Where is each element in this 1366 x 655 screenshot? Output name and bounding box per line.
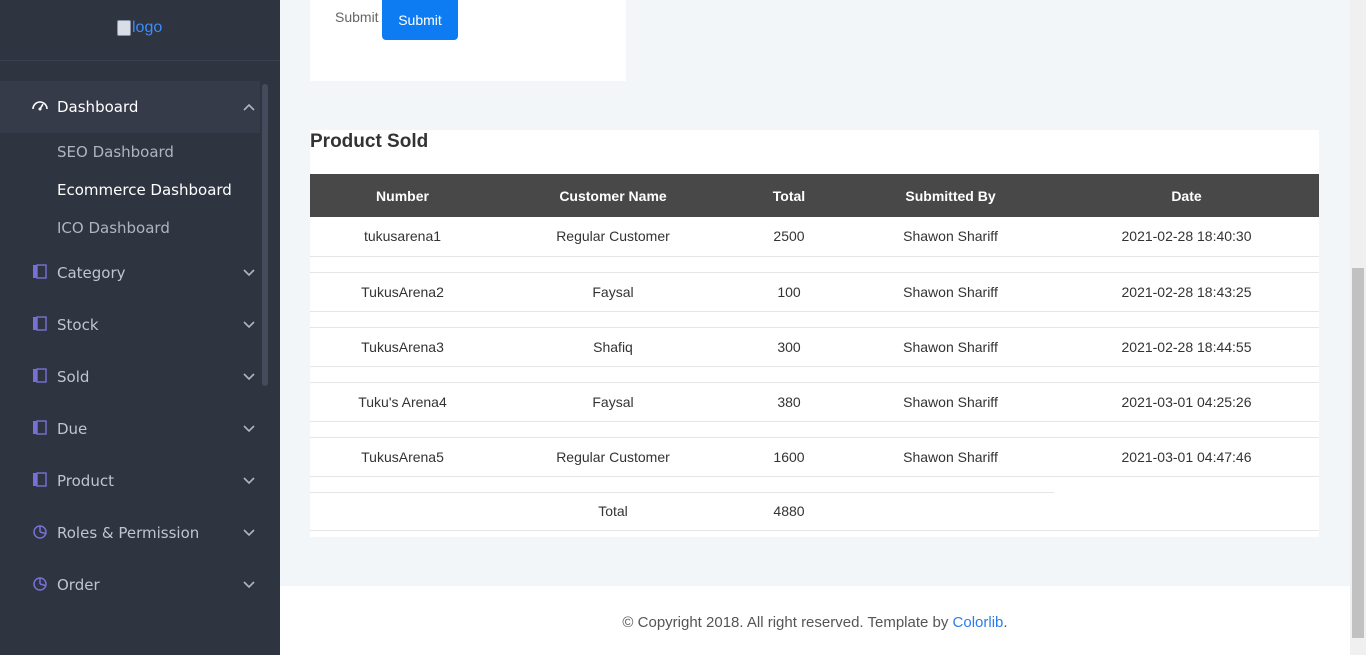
column-header-number[interactable]: Number	[310, 174, 495, 217]
cell-customer-name: Regular Customer	[495, 217, 731, 257]
book-icon	[33, 368, 47, 383]
table-total-row: Total 4880	[310, 491, 1319, 531]
cell-total: 100	[731, 272, 847, 312]
sidebar-item-label: Category	[57, 264, 126, 282]
book-icon	[33, 316, 47, 331]
page-scrollbar-thumb[interactable]	[1352, 268, 1364, 638]
cell-date: 2021-03-01 04:25:26	[1054, 382, 1319, 422]
cell-total: 380	[731, 382, 847, 422]
dashboard-gauge-icon	[32, 101, 48, 111]
sidebar-item-category[interactable]: Category	[0, 247, 260, 299]
table-spacer-row	[310, 256, 1319, 273]
sidebar-item-label: Order	[57, 576, 100, 594]
chevron-down-icon	[243, 581, 255, 589]
cell-date: 2021-02-28 18:40:30	[1054, 217, 1319, 257]
sidebar: logo Dashboard SEO Dashboard Ecommerce D…	[0, 0, 280, 655]
column-header-customer-name[interactable]: Customer Name	[495, 174, 731, 217]
cell-date: 2021-03-01 04:47:46	[1054, 437, 1319, 477]
sidebar-item-label: Product	[57, 472, 114, 490]
chevron-down-icon	[243, 425, 255, 433]
table-row: TukusArena5 Regular Customer 1600 Shawon…	[310, 437, 1319, 477]
cell-number: TukusArena2	[310, 272, 495, 312]
table-spacer-row	[310, 311, 1319, 328]
chevron-up-icon	[243, 103, 255, 111]
chevron-down-icon	[243, 269, 255, 277]
sidebar-item-label: Stock	[57, 316, 99, 334]
cell-submitted-by: Shawon Shariff	[847, 272, 1054, 312]
cell-number: TukusArena5	[310, 437, 495, 477]
cell-customer-name: Faysal	[495, 382, 731, 422]
cell-number: TukusArena3	[310, 327, 495, 367]
sidebar-item-label: Due	[57, 420, 88, 438]
cell-submitted-by: Shawon Shariff	[847, 217, 1054, 257]
sidebar-item-stock[interactable]: Stock	[0, 299, 260, 351]
chevron-down-icon	[243, 529, 255, 537]
column-header-submitted-by[interactable]: Submitted By	[847, 174, 1054, 217]
sidebar-item-product[interactable]: Product	[0, 455, 260, 507]
chevron-down-icon	[243, 477, 255, 485]
cell-date: 2021-02-28 18:43:25	[1054, 272, 1319, 312]
table-spacer-row	[310, 476, 1319, 493]
card-title: Product Sold	[310, 131, 429, 152]
product-sold-table: Number Customer Name Total Submitted By …	[310, 174, 1319, 531]
sidebar-item-label: Sold	[57, 368, 90, 386]
sidebar-menu: Dashboard SEO Dashboard Ecommerce Dashbo…	[0, 81, 260, 611]
chevron-down-icon	[243, 321, 255, 329]
table-row: Tuku's Arena4 Faysal 380 Shawon Shariff …	[310, 382, 1319, 422]
total-value: 4880	[731, 491, 847, 531]
cell-submitted-by: Shawon Shariff	[847, 327, 1054, 367]
product-sold-card: Product Sold Number Customer Name Total …	[310, 130, 1319, 537]
footer-suffix: .	[1003, 614, 1008, 631]
cell-customer-name: Faysal	[495, 272, 731, 312]
submenu-item-ico-dashboard[interactable]: ICO Dashboard	[0, 209, 260, 247]
cell-submitted-by: Shawon Shariff	[847, 437, 1054, 477]
sidebar-item-label: Dashboard	[57, 98, 139, 116]
logo[interactable]: logo	[117, 19, 162, 37]
submit-label: Submit	[335, 9, 379, 25]
column-header-total[interactable]: Total	[731, 174, 847, 217]
sidebar-item-order[interactable]: Order	[0, 559, 260, 611]
cell-total: 300	[731, 327, 847, 367]
table-row: TukusArena3 Shafiq 300 Shawon Shariff 20…	[310, 327, 1319, 367]
broken-image-icon	[117, 20, 131, 36]
logo-area: logo	[0, 0, 280, 61]
submenu-item-ecommerce-dashboard[interactable]: Ecommerce Dashboard	[0, 171, 260, 209]
cell-customer-name: Regular Customer	[495, 437, 731, 477]
table-row: TukusArena2 Faysal 100 Shawon Shariff 20…	[310, 272, 1319, 312]
book-icon	[33, 472, 47, 487]
submit-button[interactable]: Submit	[382, 0, 458, 40]
cell-customer-name: Shafiq	[495, 327, 731, 367]
cell-total: 2500	[731, 217, 847, 257]
table-spacer-row	[310, 366, 1319, 383]
colorlib-link[interactable]: Colorlib	[953, 614, 1004, 655]
footer: © Copyright 2018. All right reserved. Te…	[280, 586, 1350, 655]
sidebar-item-due[interactable]: Due	[0, 403, 260, 455]
footer-copyright: © Copyright 2018. All right reserved. Te…	[622, 614, 949, 631]
chevron-down-icon	[243, 373, 255, 381]
sidebar-item-dashboard[interactable]: Dashboard	[0, 81, 260, 133]
cell-submitted-by: Shawon Shariff	[847, 382, 1054, 422]
cell-date: 2021-02-28 18:44:55	[1054, 327, 1319, 367]
sidebar-item-roles-permission[interactable]: Roles & Permission	[0, 507, 260, 559]
pie-chart-icon	[33, 525, 47, 539]
cell-total: 1600	[731, 437, 847, 477]
total-label: Total	[495, 491, 731, 531]
sidebar-item-sold[interactable]: Sold	[0, 351, 260, 403]
column-header-date[interactable]: Date	[1054, 174, 1319, 217]
sidebar-item-label: Roles & Permission	[57, 524, 200, 542]
book-icon	[33, 264, 47, 279]
pie-chart-icon	[33, 577, 47, 591]
book-icon	[33, 420, 47, 435]
submenu-item-seo-dashboard[interactable]: SEO Dashboard	[0, 133, 260, 171]
dashboard-submenu: SEO Dashboard Ecommerce Dashboard ICO Da…	[0, 133, 260, 247]
table-header-row: Number Customer Name Total Submitted By …	[310, 174, 1319, 217]
cell-number: Tuku's Arena4	[310, 382, 495, 422]
cell-number: tukusarena1	[310, 217, 495, 257]
table-row: tukusarena1 Regular Customer 2500 Shawon…	[310, 217, 1319, 257]
logo-alt-text: logo	[132, 19, 163, 36]
sidebar-scrollbar[interactable]	[262, 84, 268, 386]
table-spacer-row	[310, 421, 1319, 438]
